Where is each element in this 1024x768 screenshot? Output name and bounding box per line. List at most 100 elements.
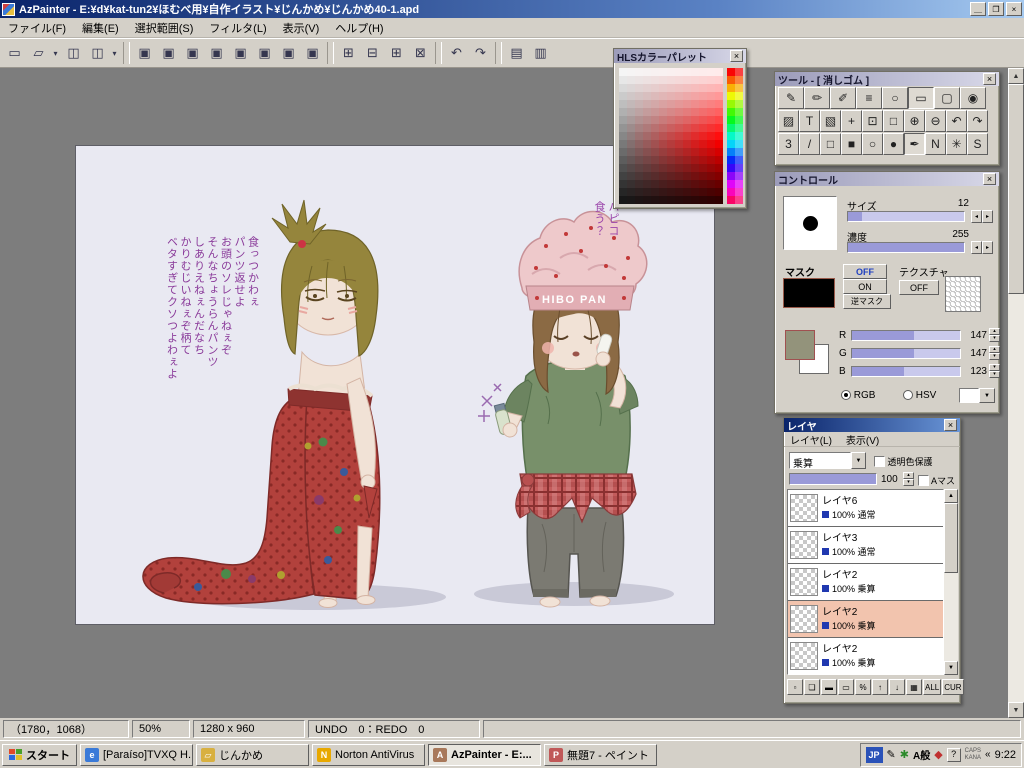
- new-layer-button[interactable]: ▫: [787, 679, 803, 695]
- palette-cell[interactable]: [691, 148, 699, 156]
- palette-cell[interactable]: [683, 172, 691, 180]
- palette-cell[interactable]: [643, 180, 651, 188]
- palette-cell[interactable]: [627, 116, 635, 124]
- palette-cell[interactable]: [659, 180, 667, 188]
- palette-cell[interactable]: [675, 116, 683, 124]
- palette-cell[interactable]: [699, 172, 707, 180]
- maximize-button[interactable]: ❐: [988, 2, 1004, 16]
- palette-cell[interactable]: [643, 132, 651, 140]
- palette-cell[interactable]: [667, 92, 675, 100]
- palette-cell[interactable]: [683, 68, 691, 76]
- palette-cell[interactable]: [715, 188, 723, 196]
- scrollbar-thumb[interactable]: [1008, 84, 1024, 294]
- palette-cell[interactable]: [635, 84, 643, 92]
- drawing-canvas[interactable]: HIBO PAN 食っつかわぇパンツ返せよお頭のソレじゃねぇぞそんなちょうらんパ…: [75, 145, 715, 625]
- undo-button[interactable]: ↶: [445, 42, 468, 65]
- grid-toggle-button[interactable]: ⊞: [337, 42, 360, 65]
- palette-cell[interactable]: [627, 196, 635, 204]
- palette-cell[interactable]: [643, 172, 651, 180]
- palette-cell[interactable]: [643, 164, 651, 172]
- palette-cell[interactable]: [675, 68, 683, 76]
- palette-cell[interactable]: [627, 148, 635, 156]
- all-layers-button[interactable]: ALL: [923, 679, 941, 695]
- palette-cell[interactable]: [699, 116, 707, 124]
- opacity-slider[interactable]: [789, 473, 877, 485]
- eraser-tool[interactable]: ▭: [908, 87, 934, 109]
- palette-cell[interactable]: [659, 116, 667, 124]
- task-button-1[interactable]: ▱じんかめ: [196, 744, 309, 766]
- gradation-tool[interactable]: ◉: [960, 87, 986, 109]
- layer-down-button[interactable]: ↓: [889, 679, 905, 695]
- palette-cell[interactable]: [643, 76, 651, 84]
- palette-cell[interactable]: [691, 132, 699, 140]
- palette-cell[interactable]: [619, 100, 627, 108]
- palette-cell[interactable]: [659, 172, 667, 180]
- hue-cell[interactable]: [727, 124, 735, 132]
- palette-cell[interactable]: [675, 108, 683, 116]
- menu-item-3[interactable]: フィルタ(L): [201, 17, 274, 39]
- open-file-button-dropdown[interactable]: ▾: [50, 42, 61, 65]
- tool-close-button[interactable]: ×: [983, 73, 996, 85]
- spline-tool[interactable]: S: [967, 133, 988, 155]
- palette-cell[interactable]: [659, 132, 667, 140]
- palette-cell[interactable]: [675, 76, 683, 84]
- palette-cell[interactable]: [707, 92, 715, 100]
- palette-cell[interactable]: [691, 172, 699, 180]
- palette-cell[interactable]: [715, 172, 723, 180]
- palette-cell[interactable]: [683, 84, 691, 92]
- b-down-button[interactable]: ▾: [989, 371, 1000, 378]
- palette-cell[interactable]: [683, 188, 691, 196]
- layer-color-indicator[interactable]: [822, 548, 829, 555]
- layer-scroll-down[interactable]: ▼: [944, 661, 958, 675]
- hue-cell[interactable]: [735, 180, 743, 188]
- pencil-tool[interactable]: ✎: [778, 87, 804, 109]
- palette-cell[interactable]: [643, 84, 651, 92]
- palette-cell[interactable]: [691, 188, 699, 196]
- mask-color-swatch[interactable]: [783, 278, 835, 308]
- tray-chevron[interactable]: «: [985, 749, 991, 760]
- palette-cell[interactable]: [619, 132, 627, 140]
- palette-cell[interactable]: [651, 140, 659, 148]
- minimize-button[interactable]: ＿: [970, 2, 986, 16]
- palette-cell[interactable]: [699, 76, 707, 84]
- hue-cell[interactable]: [727, 116, 735, 124]
- toggle-tool-window-button[interactable]: ▣: [133, 42, 156, 65]
- palette-cell[interactable]: [707, 180, 715, 188]
- palette-cell[interactable]: [715, 148, 723, 156]
- palette-cell[interactable]: [651, 124, 659, 132]
- close-view-button[interactable]: ⊠: [409, 42, 432, 65]
- tool-window-titlebar[interactable]: ツール - [ 消しゴム ] ×: [775, 72, 999, 86]
- palette-cell[interactable]: [683, 124, 691, 132]
- palette-cell[interactable]: [651, 92, 659, 100]
- palette-cell[interactable]: [643, 108, 651, 116]
- palette-cell[interactable]: [707, 68, 715, 76]
- palette-cell[interactable]: [667, 84, 675, 92]
- palette-cell[interactable]: [715, 116, 723, 124]
- palette-cell[interactable]: [635, 100, 643, 108]
- palette-cell[interactable]: [691, 108, 699, 116]
- palette-cell[interactable]: [667, 196, 675, 204]
- stamp-button[interactable]: ▤: [505, 42, 528, 65]
- hue-cell[interactable]: [735, 164, 743, 172]
- palette-cell[interactable]: [635, 76, 643, 84]
- layer-thumbnail[interactable]: [790, 531, 818, 559]
- brush-tool[interactable]: ✏: [804, 87, 830, 109]
- b-up-button[interactable]: ▾: [989, 364, 1000, 371]
- palette-cell[interactable]: [667, 76, 675, 84]
- palette-cell[interactable]: [627, 180, 635, 188]
- front-color-swatch[interactable]: [785, 330, 815, 360]
- palette-cell[interactable]: [659, 124, 667, 132]
- layer-scrollbar[interactable]: ▲ ▼: [944, 489, 958, 675]
- palette-cell[interactable]: [667, 108, 675, 116]
- tone-tool[interactable]: ▨: [778, 110, 799, 132]
- palette-cell[interactable]: [619, 140, 627, 148]
- palette-cell[interactable]: [699, 132, 707, 140]
- palette-cell[interactable]: [675, 140, 683, 148]
- menu-item-1[interactable]: 編集(E): [74, 17, 127, 39]
- palette-cell[interactable]: [683, 164, 691, 172]
- palette-cell[interactable]: [635, 196, 643, 204]
- hue-cell[interactable]: [735, 132, 743, 140]
- amask-box[interactable]: [918, 475, 929, 486]
- palette-cell[interactable]: [643, 116, 651, 124]
- palette-cell[interactable]: [699, 68, 707, 76]
